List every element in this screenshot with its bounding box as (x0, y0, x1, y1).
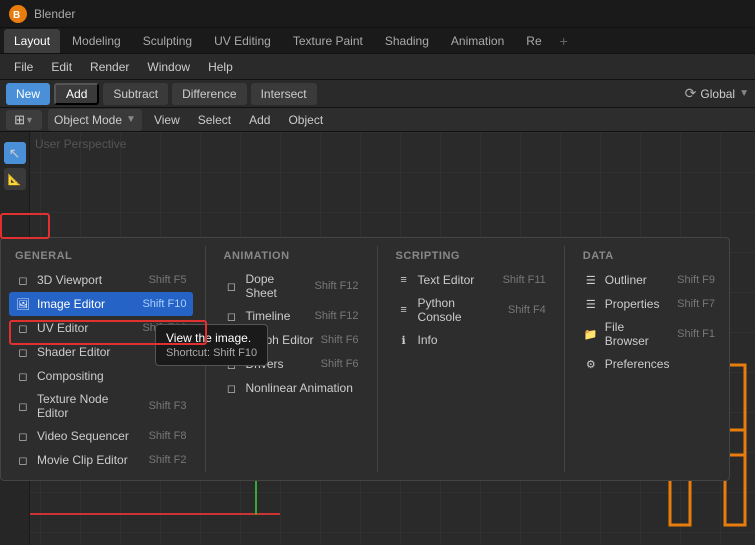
object-mode-label: Object Mode (54, 113, 122, 127)
new-button[interactable]: New (6, 83, 50, 105)
header-select[interactable]: Select (192, 111, 237, 129)
menu-render[interactable]: Render (82, 57, 137, 77)
preferences-icon: ⚙ (583, 356, 599, 372)
scripting-header: Scripting (390, 246, 552, 268)
text-editor-item[interactable]: ≡ Text Editor Shift F11 (390, 268, 552, 292)
info-icon: ℹ (396, 332, 412, 348)
toolbar-row: New Add Subtract Difference Intersect ⟳ … (0, 80, 755, 108)
compositing-icon: ◻ (15, 368, 31, 384)
data-header: Data (577, 246, 721, 268)
intersect-button[interactable]: Intersect (251, 83, 317, 105)
header-object[interactable]: Object (282, 111, 329, 129)
editor-type-arrow: ▼ (25, 115, 34, 125)
text-editor-icon: ≡ (396, 272, 412, 288)
cursor-tool[interactable]: ↖ (4, 142, 26, 164)
movie-clip-editor-item[interactable]: ◻ Movie Clip Editor Shift F2 (9, 448, 193, 472)
blender-logo-icon: B (8, 4, 28, 24)
tab-layout[interactable]: Layout (4, 29, 60, 53)
tab-uv-editing[interactable]: UV Editing (204, 29, 281, 53)
outliner-item[interactable]: ☰ Outliner Shift F9 (577, 268, 721, 292)
3d-viewport-item[interactable]: ◻ 3D Viewport Shift F5 (9, 268, 193, 292)
global-section: ⟳ Global ▼ (685, 85, 749, 102)
header-view[interactable]: View (148, 111, 186, 129)
nonlinear-icon: ◻ (224, 380, 240, 396)
main-viewport: User Perspective ↖ 📐 General ◻ 3D Viewpo… (0, 132, 755, 545)
menu-window[interactable]: Window (139, 57, 198, 77)
info-item[interactable]: ℹ Info (390, 328, 552, 352)
menu-file[interactable]: File (6, 57, 41, 77)
viewport-perspective-label: User Perspective (35, 137, 126, 151)
header-add[interactable]: Add (243, 111, 276, 129)
subtract-button[interactable]: Subtract (103, 83, 168, 105)
texture-node-editor-item[interactable]: ◻ Texture Node Editor Shift F3 (9, 388, 193, 424)
menu-bar: File Edit Render Window Help (0, 54, 755, 80)
tab-shading[interactable]: Shading (375, 29, 439, 53)
tab-sculpting[interactable]: Sculpting (133, 29, 202, 53)
editor-type-button[interactable]: ⊞ ▼ (6, 110, 42, 130)
col-divider-2 (377, 246, 378, 472)
global-label: Global (700, 87, 735, 101)
compositing-item[interactable]: ◻ Compositing (9, 364, 193, 388)
uv-editor-icon: ◻ (15, 320, 31, 336)
animation-header: Animation (218, 246, 365, 268)
properties-icon: ☰ (583, 296, 599, 312)
data-column: Data ☰ Outliner Shift F9 ☰ Properties Sh… (569, 246, 729, 472)
title-bar: B Blender (0, 0, 755, 28)
general-header: General (9, 246, 193, 268)
difference-button[interactable]: Difference (172, 83, 246, 105)
col-divider-3 (564, 246, 565, 472)
dope-sheet-icon: ◻ (224, 278, 240, 294)
tab-animation[interactable]: Animation (441, 29, 514, 53)
tab-texture-paint[interactable]: Texture Paint (283, 29, 373, 53)
editor-type-dropdown: General ◻ 3D Viewport Shift F5 🖼 Image E… (0, 237, 730, 481)
menu-edit[interactable]: Edit (43, 57, 80, 77)
image-editor-icon: 🖼 (15, 296, 31, 312)
tooltip-shortcut: Shortcut: Shift F10 (166, 347, 257, 359)
x-axis-line (30, 513, 280, 515)
ruler-tool[interactable]: 📐 (4, 168, 26, 190)
properties-item[interactable]: ☰ Properties Shift F7 (577, 292, 721, 316)
menu-help[interactable]: Help (200, 57, 241, 77)
global-icon: ⟳ (685, 85, 697, 102)
image-editor-tooltip: View the image. Shortcut: Shift F10 (155, 324, 268, 366)
object-mode-dropdown[interactable]: Object Mode ▼ (48, 109, 142, 131)
header-area: ⊞ ▼ Object Mode ▼ View Select Add Object (0, 108, 755, 132)
python-console-icon: ≡ (396, 302, 412, 318)
global-dropdown-icon[interactable]: ▼ (739, 88, 749, 99)
scripting-column: Scripting ≡ Text Editor Shift F11 ≡ Pyth… (382, 246, 560, 472)
python-console-item[interactable]: ≡ Python Console Shift F4 (390, 292, 552, 328)
timeline-icon: ◻ (224, 308, 240, 324)
nonlinear-animation-item[interactable]: ◻ Nonlinear Animation (218, 376, 365, 400)
add-workspace-button[interactable]: + (554, 33, 574, 49)
shader-editor-icon: ◻ (15, 344, 31, 360)
tooltip-title: View the image. (166, 331, 257, 345)
video-sequencer-item[interactable]: ◻ Video Sequencer Shift F8 (9, 424, 193, 448)
3d-viewport-icon: ◻ (15, 272, 31, 288)
workspace-tabs: Layout Modeling Sculpting UV Editing Tex… (0, 28, 755, 54)
dope-sheet-item[interactable]: ◻ Dope Sheet Shift F12 (218, 268, 365, 304)
app-title: Blender (34, 7, 75, 21)
texture-node-icon: ◻ (15, 398, 31, 414)
add-button[interactable]: Add (54, 83, 99, 105)
svg-text:B: B (13, 10, 20, 21)
image-editor-item[interactable]: 🖼 Image Editor Shift F10 (9, 292, 193, 316)
outliner-icon: ☰ (583, 272, 599, 288)
tab-modeling[interactable]: Modeling (62, 29, 131, 53)
preferences-item[interactable]: ⚙ Preferences (577, 352, 721, 376)
file-browser-item[interactable]: 📁 File Browser Shift F1 (577, 316, 721, 352)
tab-rendering[interactable]: Re (516, 29, 551, 53)
movie-clip-icon: ◻ (15, 452, 31, 468)
editor-type-icon: ⊞ (14, 112, 25, 128)
file-browser-icon: 📁 (583, 326, 599, 342)
video-sequencer-icon: ◻ (15, 428, 31, 444)
mode-dropdown-arrow: ▼ (126, 114, 136, 125)
